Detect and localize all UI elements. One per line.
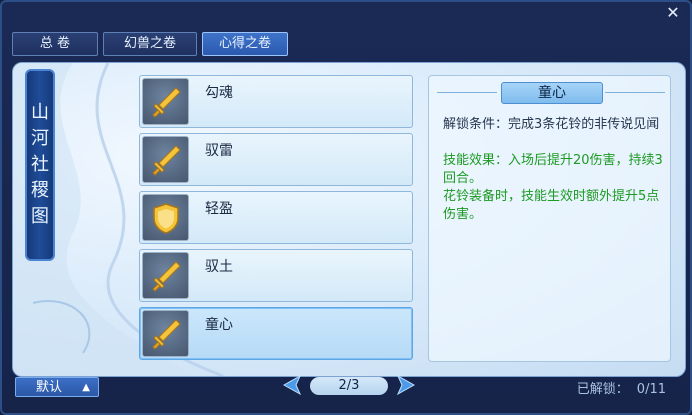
skill-item-yutu[interactable]: 驭土	[139, 249, 413, 302]
divider	[437, 92, 497, 93]
scroll-char: 图	[31, 206, 49, 227]
close-icon: ✕	[666, 3, 680, 22]
tab-overview[interactable]: 总 卷	[12, 32, 98, 56]
next-page-button[interactable]	[394, 374, 416, 396]
scroll-char: 山	[31, 102, 49, 123]
bonus-effect-text: 花铃装备时，技能生效时额外提升5点伤害。	[443, 189, 660, 222]
unlocked-count: 已解锁： 0/11	[577, 378, 666, 397]
chevron-up-icon: ▲	[82, 382, 90, 393]
skill-item-label: 驭雷	[205, 143, 233, 159]
shanhe-scroll-banner: 山 河 社 稷 图	[25, 69, 55, 261]
prev-page-button[interactable]	[282, 374, 304, 396]
skill-item-gouhun[interactable]: 勾魂	[139, 75, 413, 128]
sword-icon	[142, 78, 189, 125]
skill-detail-panel: 童心 解锁条件：完成3条花铃的非传说见闻 技能效果：入场后提升20伤害，持续3回…	[428, 75, 671, 362]
scroll-char: 稷	[31, 180, 49, 201]
sword-icon	[142, 310, 189, 357]
shield-icon	[142, 194, 189, 241]
tab-insight-volume[interactable]: 心得之卷	[202, 32, 288, 56]
default-sort-dropdown[interactable]: 默认 ▲	[15, 377, 99, 397]
arrow-left-icon	[282, 374, 302, 396]
skill-item-label: 驭土	[205, 259, 233, 275]
scroll-char: 社	[31, 154, 49, 175]
default-sort-label: 默认	[36, 380, 63, 395]
tab-bar: 总 卷 幻兽之卷 心得之卷	[12, 32, 288, 56]
sword-icon	[142, 252, 189, 299]
skill-item-yulei[interactable]: 驭雷	[139, 133, 413, 186]
skill-item-label: 轻盈	[205, 201, 233, 217]
detail-body: 解锁条件：完成3条花铃的非传说见闻 技能效果：入场后提升20伤害，持续3回合。 …	[443, 116, 663, 224]
divider	[605, 92, 665, 93]
page-indicator: 2/3	[310, 377, 388, 395]
scroll-char: 河	[31, 128, 49, 149]
close-button[interactable]: ✕	[664, 4, 682, 22]
tab-beast-volume[interactable]: 幻兽之卷	[103, 32, 197, 56]
skill-item-qingying[interactable]: 轻盈	[139, 191, 413, 244]
skill-item-label: 勾魂	[205, 85, 233, 101]
detail-title: 童心	[501, 82, 603, 104]
detail-header: 童心	[429, 80, 672, 104]
unlocked-label: 已解锁：	[576, 382, 629, 397]
skill-item-tongxin[interactable]: 童心	[139, 307, 413, 360]
skill-book-window: ✕ 总 卷 幻兽之卷 心得之卷 山 河 社 稷 图 勾魂 驭雷 轻盈 驭土 童心…	[0, 0, 692, 415]
sword-icon	[142, 136, 189, 183]
skill-list: 勾魂 驭雷 轻盈 驭土 童心	[139, 75, 413, 365]
skill-effect-text: 技能效果：入场后提升20伤害，持续3回合。	[443, 153, 663, 186]
unlocked-value: 0/11	[636, 382, 666, 397]
arrow-right-icon	[396, 374, 416, 396]
skill-item-label: 童心	[205, 317, 233, 333]
main-panel: 山 河 社 稷 图 勾魂 驭雷 轻盈 驭土 童心 童心 解锁条件：完成3条花铃的…	[12, 62, 686, 377]
unlock-condition-text: 解锁条件：完成3条花铃的非传说见闻	[443, 117, 660, 132]
